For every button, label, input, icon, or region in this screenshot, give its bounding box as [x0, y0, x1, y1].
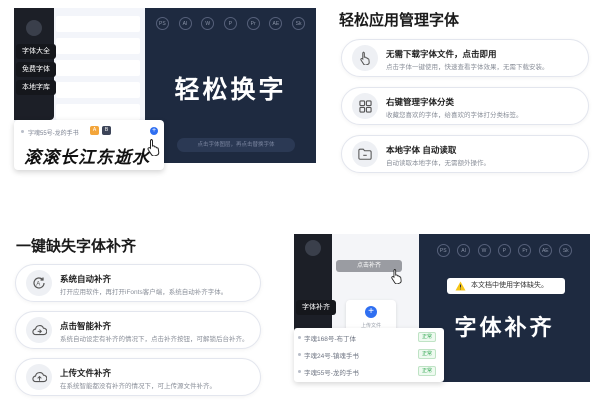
powerpoint-icon[interactable]: P	[497, 244, 511, 257]
folder-icon	[352, 141, 378, 167]
app-icon-row: PS AI W P Pr AE Sk	[145, 17, 316, 30]
illustrator-icon[interactable]: AI	[178, 17, 192, 30]
font-name: 字魂168号-布丁体	[304, 336, 357, 343]
feature-card-local-fonts: 本地字体 自动读取 自动读取本地字体，无需额外操作。	[341, 135, 589, 173]
list-dot	[298, 336, 301, 339]
word-icon[interactable]: W	[201, 17, 215, 30]
font-badge: A	[90, 126, 99, 135]
nav-font-library[interactable]: 字体大全	[16, 44, 56, 59]
font-badge: B	[102, 126, 111, 135]
feature-card-manage-categories: 右键管理字体分类 收藏您喜欢的字体，给喜欢的字体打分类标签。	[341, 87, 589, 125]
warning-icon	[455, 281, 466, 291]
canvas-title: 字体补齐	[454, 315, 555, 340]
status-badge: 正常	[418, 366, 436, 376]
list-dot	[298, 370, 301, 373]
photoshop-icon[interactable]: PS	[436, 244, 450, 257]
grid-icon	[352, 93, 378, 119]
feature-title: 点击智能补齐	[60, 321, 112, 331]
powerpoint-icon[interactable]: P	[223, 17, 237, 30]
after-effects-icon[interactable]: AE	[269, 17, 283, 30]
font-name: 字魂55号-龙的手书	[28, 131, 79, 137]
app-icon-row: PS AI W P Pr AE Sk	[419, 244, 590, 257]
pointer-hand-icon	[352, 45, 378, 71]
feature-desc: 在系统智能都没有补齐的情况下，可上传源文件补齐。	[60, 383, 216, 390]
sketch-icon[interactable]: Sk	[559, 244, 573, 257]
feature-desc: 点击字体一键使用，快速查看字体效果，无需下载安装。	[386, 64, 549, 71]
upload-plus-icon: +	[365, 306, 377, 318]
feature-title: 右键管理字体分类	[386, 97, 455, 107]
font-name: 字魂24号-镇魂手书	[304, 353, 359, 360]
premiere-icon[interactable]: Pr	[518, 244, 532, 257]
after-effects-icon[interactable]: AE	[538, 244, 552, 257]
font-preview-card[interactable]: 字魂55号-龙的手书 A B + 滚滚长江东逝水	[14, 120, 164, 170]
svg-text:A: A	[36, 282, 40, 288]
feature-title: 无需下载字体文件，点击即用	[386, 49, 497, 59]
word-icon[interactable]: W	[477, 244, 491, 257]
feature-desc: 收藏您喜欢的字体，给喜欢的字体打分类标签。	[386, 112, 523, 119]
pointer-hand-icon	[391, 269, 402, 284]
app-mockup-fill-fonts: PS AI W P Pr AE Sk 本文档中使用字体缺失。 字体补齐 点击补齐…	[294, 234, 590, 382]
feature-title: 上传文件补齐	[60, 368, 112, 378]
font-sample-text: 滚滚长江东逝水	[24, 148, 150, 168]
app-sidebar	[294, 234, 332, 338]
status-badge: 正常	[418, 332, 436, 342]
auto-refresh-icon: A	[26, 270, 52, 296]
avatar[interactable]	[305, 240, 321, 256]
feature-desc: 自动读取本地字体，无需额外操作。	[386, 160, 490, 167]
photoshop-icon[interactable]: PS	[155, 17, 169, 30]
premiere-icon[interactable]: Pr	[246, 17, 260, 30]
list-placeholder-row	[56, 38, 140, 54]
nav-font-fill[interactable]: 字体补齐	[296, 300, 336, 315]
section-title-manage-fonts: 轻松应用管理字体	[339, 12, 460, 29]
illustrator-icon[interactable]: AI	[457, 244, 471, 257]
canvas-title: 轻松换字	[174, 76, 287, 104]
feature-card-click-to-use: 无需下载字体文件，点击即用 点击字体一键使用，快速查看字体效果，无需下载安装。	[341, 39, 589, 77]
list-placeholder-row	[56, 82, 140, 98]
list-placeholder-row	[56, 60, 140, 76]
cloud-sync-icon	[26, 317, 52, 343]
status-badge: 正常	[418, 349, 436, 359]
list-item[interactable]: 字魂24号-镇魂手书 正常	[294, 346, 444, 363]
feature-card-click-fill: 点击智能补齐 系统自动设定有补齐的情况下，点击补齐按钮，可解锁后台补齐。	[15, 311, 261, 349]
missing-font-list: 字魂168号-布丁体 正常 字魂24号-镇魂手书 正常 字魂55号-龙的手书 正…	[294, 328, 444, 382]
feature-desc: 系统自动设定有补齐的情况下，点击补齐按钮，可解锁后台补齐。	[60, 336, 249, 343]
list-placeholder-row	[56, 16, 140, 32]
feature-card-auto-fill: A 系统自动补齐 打开应用软件，再打开iFonts客户端，系统自动补齐字体。	[15, 264, 261, 302]
feature-card-upload-fill: 上传文件补齐 在系统智能都没有补齐的情况下，可上传源文件补齐。	[15, 358, 261, 396]
list-dot	[21, 130, 24, 133]
nav-free-fonts[interactable]: 免费字体	[16, 62, 56, 77]
app-mockup-switch-font: 字体大全 免费字体 本地字库 PS AI W P Pr AE Sk 轻松换字 点…	[14, 8, 316, 170]
list-placeholder-row	[56, 104, 140, 120]
pointer-hand-icon	[147, 139, 160, 156]
feature-title: 系统自动补齐	[60, 274, 112, 284]
sketch-icon[interactable]: Sk	[292, 17, 306, 30]
notice-text: 本文档中使用字体缺失。	[471, 282, 548, 289]
avatar[interactable]	[26, 20, 42, 36]
nav-local-fonts[interactable]: 本地字库	[16, 80, 56, 95]
cloud-upload-icon	[26, 364, 52, 390]
section-title-missing-fonts: 一键缺失字体补齐	[16, 238, 137, 255]
design-canvas: PS AI W P Pr AE Sk 轻松换字 点击字体图层，再点击替换字体	[145, 8, 316, 163]
font-name: 字魂55号-龙的手书	[304, 370, 359, 377]
replace-font-hint[interactable]: 点击字体图层，再点击替换字体	[177, 138, 295, 152]
add-font-button[interactable]: +	[150, 127, 158, 135]
list-item[interactable]: 字魂55号-龙的手书 正常	[294, 363, 444, 380]
list-dot	[298, 353, 301, 356]
feature-desc: 打开应用软件，再打开iFonts客户端，系统自动补齐字体。	[60, 289, 228, 296]
list-item[interactable]: 字魂168号-布丁体 正常	[294, 329, 444, 346]
feature-title: 本地字体 自动读取	[386, 145, 457, 155]
missing-font-notice: 本文档中使用字体缺失。	[447, 278, 565, 294]
